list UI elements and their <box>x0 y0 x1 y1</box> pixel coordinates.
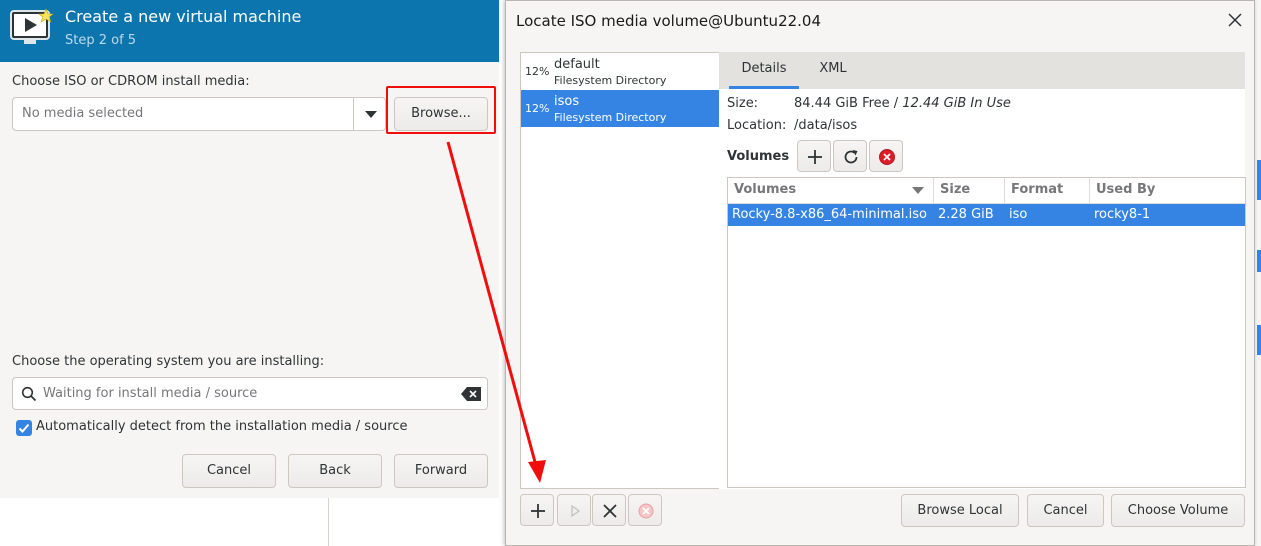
auto-detect-checkbox[interactable] <box>16 420 32 436</box>
search-icon <box>21 386 37 402</box>
stop-pool-button[interactable] <box>592 494 626 526</box>
auto-detect-label[interactable]: Automatically detect from the installati… <box>36 419 407 434</box>
pool-usage-percent: 12% <box>525 102 550 115</box>
start-pool-button[interactable] <box>557 494 591 526</box>
background-divider <box>328 498 329 546</box>
pool-item-isos[interactable]: 12% isos Filesystem Directory <box>521 90 719 127</box>
delete-icon <box>879 149 895 165</box>
refresh-volumes-button[interactable] <box>833 140 867 172</box>
location-value: /data/isos <box>794 118 858 133</box>
media-placeholder-text: No media selected <box>22 106 144 121</box>
install-media-combobox[interactable]: No media selected <box>12 97 386 131</box>
volumes-table: Volumes Size Format Used By Rocky-8.8-x8… <box>727 177 1246 488</box>
size-in-use-text: 12.44 GiB In Use <box>902 96 1011 111</box>
pool-name: isos <box>554 94 580 109</box>
volumes-label: Volumes <box>727 149 790 164</box>
sort-descending-icon <box>912 187 924 194</box>
virtual-machine-icon <box>10 8 54 44</box>
os-choice-label: Choose the operating system you are inst… <box>12 354 325 369</box>
plus-icon <box>531 504 545 518</box>
column-header-volumes[interactable]: Volumes <box>728 178 934 204</box>
iso-media-label: Choose ISO or CDROM install media: <box>12 74 250 89</box>
column-header-used-by[interactable]: Used By <box>1090 178 1245 204</box>
os-search-input[interactable]: Waiting for install media / source <box>12 377 488 410</box>
pool-type: Filesystem Directory <box>554 111 667 124</box>
size-label: Size: <box>727 96 759 111</box>
add-volume-button[interactable] <box>797 140 831 172</box>
column-header-format[interactable]: Format <box>1005 178 1090 204</box>
play-icon <box>571 504 581 518</box>
background-selection-mark <box>1257 160 1261 200</box>
pool-item-default[interactable]: 12% default Filesystem Directory <box>521 53 719 90</box>
background-selection-mark <box>1257 250 1261 272</box>
pool-usage-percent: 12% <box>525 65 550 78</box>
wizard-header: Create a new virtual machine Step 2 of 5 <box>0 0 499 62</box>
checkmark-icon <box>18 423 30 433</box>
dialog-cancel-button[interactable]: Cancel <box>1027 494 1104 527</box>
plus-icon <box>808 150 822 164</box>
wizard-title: Create a new virtual machine <box>65 7 302 26</box>
pool-type: Filesystem Directory <box>554 74 667 87</box>
size-value: 84.44 GiB Free / 12.44 GiB In Use <box>794 96 1011 111</box>
location-label: Location: <box>727 118 787 133</box>
size-free-text: 84.44 GiB Free / <box>794 96 903 111</box>
volume-used-by-cell: rocky8-1 <box>1094 207 1151 222</box>
volume-name-cell: Rocky-8.8-x86_64-minimal.iso <box>732 207 927 222</box>
dropdown-arrow-icon[interactable] <box>365 111 377 118</box>
pool-name: default <box>554 57 600 72</box>
choose-volume-button[interactable]: Choose Volume <box>1111 494 1245 527</box>
stop-x-icon <box>603 504 617 518</box>
clear-text-icon[interactable] <box>461 387 481 401</box>
browse-local-button[interactable]: Browse Local <box>901 494 1019 527</box>
storage-pool-list: 12% default Filesystem Directory 12% iso… <box>520 52 720 489</box>
volume-size-cell: 2.28 GiB <box>938 207 994 222</box>
back-button[interactable]: Back <box>288 454 382 488</box>
dialog-title: Locate ISO media volume@Ubuntu22.04 <box>516 12 822 30</box>
tab-details[interactable]: Details <box>729 52 799 89</box>
table-row[interactable]: Rocky-8.8-x86_64-minimal.iso 2.28 GiB is… <box>728 204 1245 226</box>
annotation-highlight-box <box>386 86 496 134</box>
cancel-button[interactable]: Cancel <box>182 454 276 488</box>
combobox-divider <box>353 98 354 130</box>
os-search-placeholder: Waiting for install media / source <box>43 386 258 401</box>
column-header-label: Volumes <box>734 182 797 197</box>
tab-xml[interactable]: XML <box>802 52 864 89</box>
close-icon[interactable] <box>1226 11 1244 29</box>
delete-icon <box>638 503 654 519</box>
add-pool-button[interactable] <box>520 494 554 526</box>
delete-pool-button[interactable] <box>628 494 662 526</box>
background-selection-mark <box>1257 325 1261 355</box>
refresh-icon <box>844 150 858 164</box>
column-header-size[interactable]: Size <box>934 178 1005 204</box>
wizard-step-indicator: Step 2 of 5 <box>65 33 137 48</box>
background-window-edge <box>1255 0 1261 546</box>
new-vm-wizard: Create a new virtual machine Step 2 of 5… <box>0 0 499 498</box>
volume-format-cell: iso <box>1009 207 1028 222</box>
delete-volume-button[interactable] <box>869 140 903 172</box>
locate-iso-dialog: Locate ISO media volume@Ubuntu22.04 12% … <box>505 0 1255 546</box>
forward-button[interactable]: Forward <box>394 454 488 488</box>
